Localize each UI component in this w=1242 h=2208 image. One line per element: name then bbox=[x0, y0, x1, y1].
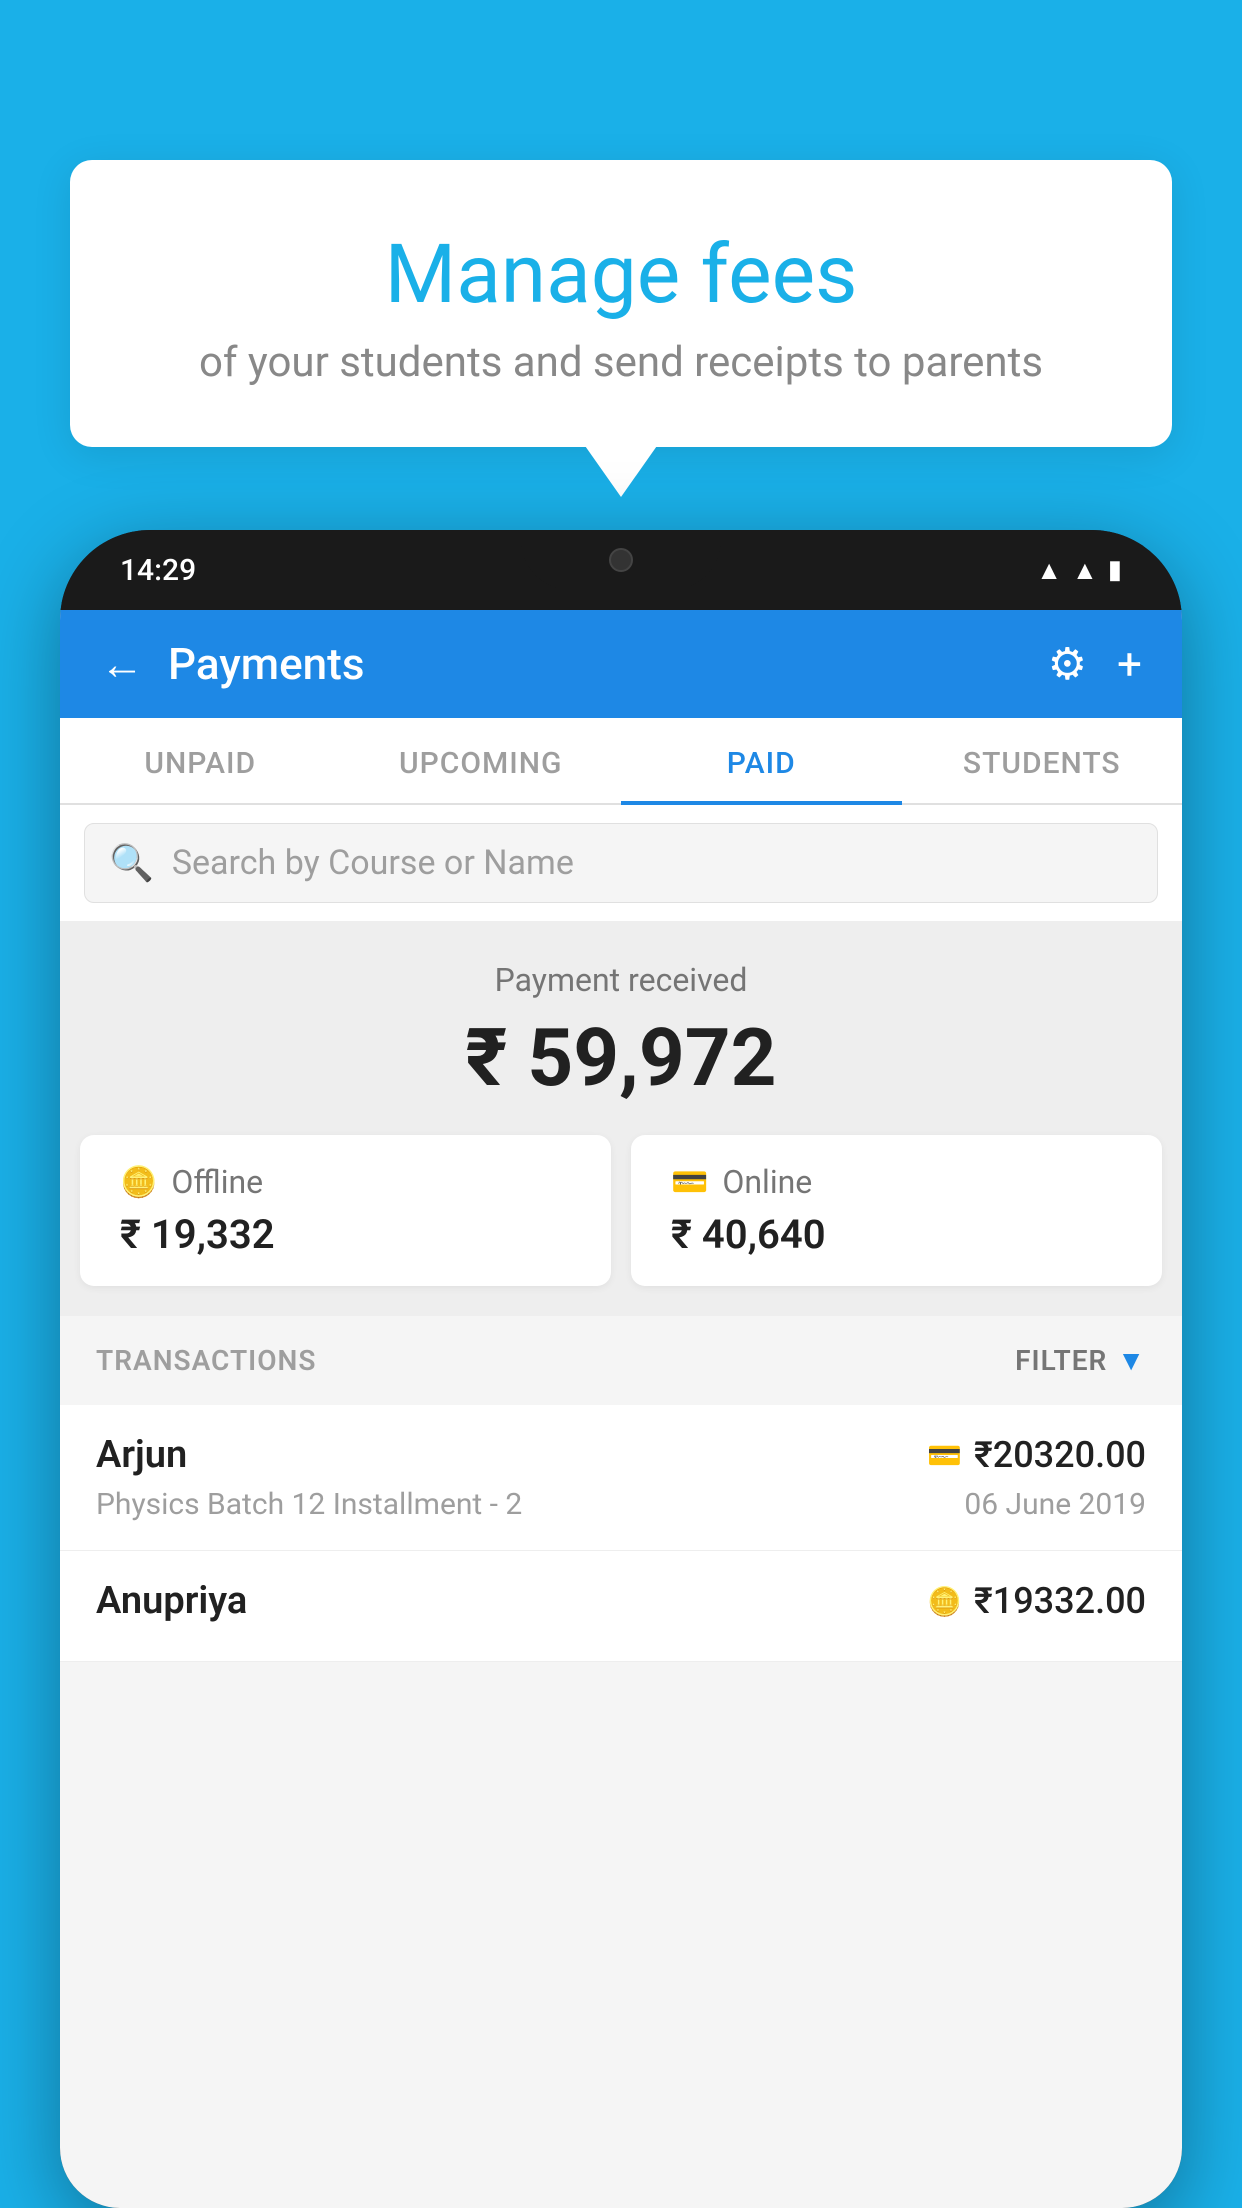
status-bar: 14:29 ▲ ▲ ▮ bbox=[60, 530, 1182, 610]
payment-received-label: Payment received bbox=[80, 961, 1162, 999]
status-icons: ▲ ▲ ▮ bbox=[1036, 555, 1122, 586]
payment-total-amount: ₹ 59,972 bbox=[80, 1011, 1162, 1105]
battery-icon: ▮ bbox=[1108, 555, 1122, 585]
add-icon[interactable]: + bbox=[1117, 638, 1142, 690]
filter-icon: ▼ bbox=[1117, 1344, 1146, 1377]
notch bbox=[521, 530, 721, 590]
offline-payment-card: 🪙 Offline ₹ 19,332 bbox=[80, 1135, 611, 1286]
online-payment-card: 💳 Online ₹ 40,640 bbox=[631, 1135, 1162, 1286]
transaction-date-1: 06 June 2019 bbox=[964, 1487, 1146, 1522]
transaction-course-1: Physics Batch 12 Installment - 2 bbox=[96, 1487, 522, 1522]
wifi-icon: ▲ bbox=[1036, 555, 1062, 586]
search-input[interactable]: Search by Course or Name bbox=[172, 843, 574, 883]
search-container: 🔍 Search by Course or Name bbox=[60, 805, 1182, 921]
offline-icon: 🪙 bbox=[120, 1165, 157, 1200]
header-left: ← Payments bbox=[100, 638, 364, 690]
payment-summary: Payment received ₹ 59,972 🪙 Offline ₹ 19… bbox=[60, 921, 1182, 1316]
app-content: ← Payments ⚙ + UNPAID UPCOMING PAID STUD… bbox=[60, 610, 1182, 2208]
phone-shell: 14:29 ▲ ▲ ▮ ← Payments ⚙ + UNPAID bbox=[60, 530, 1182, 2208]
tab-students[interactable]: STUDENTS bbox=[902, 718, 1183, 803]
search-bar[interactable]: 🔍 Search by Course or Name bbox=[84, 823, 1158, 903]
online-label: Online bbox=[722, 1163, 812, 1201]
transaction-name-2: Anupriya bbox=[96, 1579, 247, 1623]
header-right: ⚙ + bbox=[1048, 638, 1142, 690]
offline-amount: ₹ 19,332 bbox=[120, 1211, 275, 1258]
transaction-name-1: Arjun bbox=[96, 1433, 187, 1477]
transaction-top-2: Anupriya 🪙 ₹19332.00 bbox=[96, 1579, 1146, 1623]
online-icon: 💳 bbox=[671, 1165, 708, 1200]
tab-unpaid[interactable]: UNPAID bbox=[60, 718, 341, 803]
offline-payment-icon-2: 🪙 bbox=[927, 1585, 962, 1618]
offline-label: Offline bbox=[171, 1163, 263, 1201]
app-header: ← Payments ⚙ + bbox=[60, 610, 1182, 718]
page-title: Payments bbox=[168, 638, 364, 690]
search-icon: 🔍 bbox=[109, 842, 154, 884]
back-button[interactable]: ← bbox=[100, 638, 144, 690]
tooltip-card: Manage fees of your students and send re… bbox=[70, 160, 1172, 447]
offline-card-header: 🪙 Offline bbox=[120, 1163, 263, 1201]
tab-paid[interactable]: PAID bbox=[621, 718, 902, 803]
camera bbox=[609, 548, 633, 572]
transactions-header: TRANSACTIONS FILTER ▼ bbox=[60, 1316, 1182, 1405]
transactions-label: TRANSACTIONS bbox=[96, 1344, 316, 1377]
filter-label: FILTER bbox=[1015, 1344, 1107, 1377]
signal-icon: ▲ bbox=[1072, 555, 1098, 586]
tooltip-title: Manage fees bbox=[130, 230, 1112, 320]
transaction-amount-wrap-2: 🪙 ₹19332.00 bbox=[927, 1580, 1146, 1622]
tab-upcoming[interactable]: UPCOMING bbox=[341, 718, 622, 803]
tabs-bar: UNPAID UPCOMING PAID STUDENTS bbox=[60, 718, 1182, 805]
settings-icon[interactable]: ⚙ bbox=[1048, 638, 1087, 690]
filter-button[interactable]: FILTER ▼ bbox=[1015, 1344, 1146, 1377]
time-display: 14:29 bbox=[120, 553, 196, 588]
transaction-amount-1: ₹20320.00 bbox=[974, 1434, 1146, 1476]
payment-cards: 🪙 Offline ₹ 19,332 💳 Online ₹ 40,640 bbox=[80, 1135, 1162, 1286]
online-card-header: 💳 Online bbox=[671, 1163, 812, 1201]
online-amount: ₹ 40,640 bbox=[671, 1211, 826, 1258]
transaction-amount-2: ₹19332.00 bbox=[974, 1580, 1146, 1622]
online-payment-icon-1: 💳 bbox=[927, 1439, 962, 1472]
transaction-amount-wrap-1: 💳 ₹20320.00 bbox=[927, 1434, 1146, 1476]
transaction-top-1: Arjun 💳 ₹20320.00 bbox=[96, 1433, 1146, 1477]
table-row[interactable]: Arjun 💳 ₹20320.00 Physics Batch 12 Insta… bbox=[60, 1405, 1182, 1551]
tooltip-subtitle: of your students and send receipts to pa… bbox=[130, 338, 1112, 387]
transaction-bottom-1: Physics Batch 12 Installment - 2 06 June… bbox=[96, 1487, 1146, 1522]
table-row[interactable]: Anupriya 🪙 ₹19332.00 bbox=[60, 1551, 1182, 1662]
